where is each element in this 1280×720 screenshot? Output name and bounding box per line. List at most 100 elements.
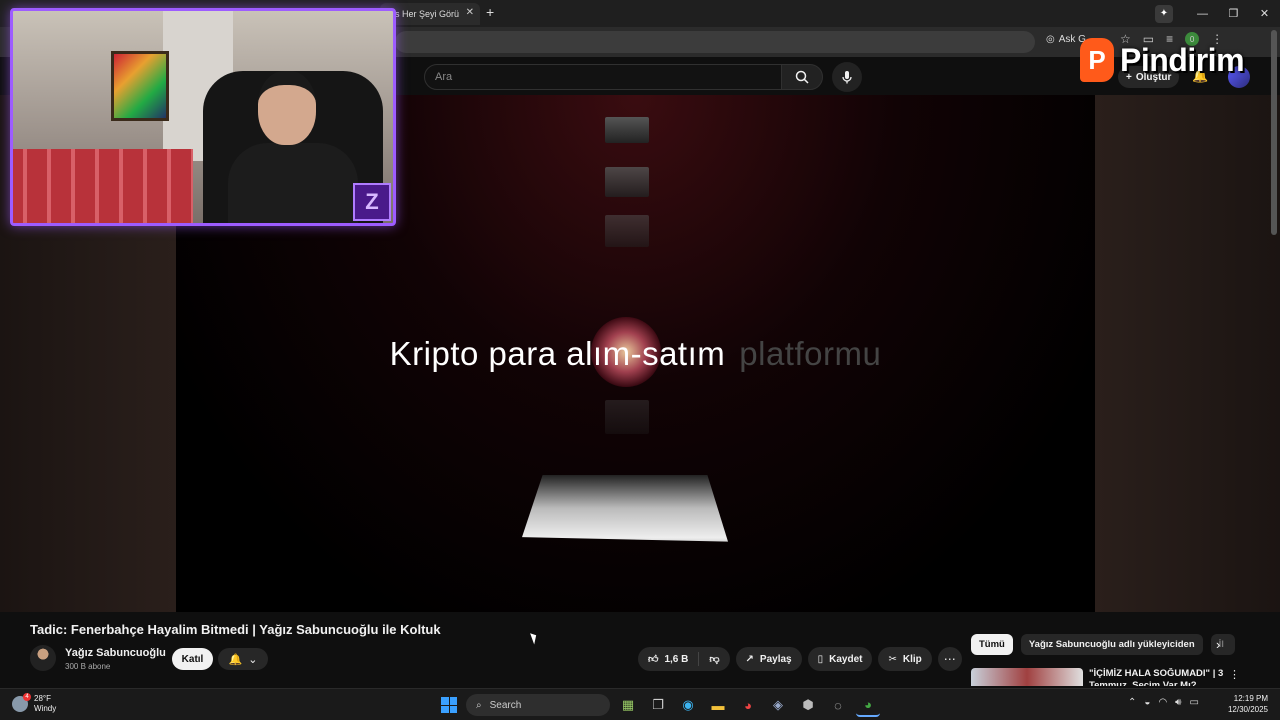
obs-icon[interactable]: ◌ — [826, 693, 850, 717]
search-icon — [795, 70, 809, 84]
ambient-right — [1095, 95, 1280, 612]
steam-icon[interactable]: ◈ — [766, 693, 790, 717]
lens-icon: ◎ — [1046, 34, 1055, 45]
video-title: Tadic: Fenerbahçe Hayalim Bitmedi | Yağı… — [30, 622, 441, 637]
widgets-icon[interactable]: ▦ — [616, 693, 640, 717]
video-block — [605, 215, 649, 247]
address-bar[interactable] — [395, 31, 1035, 53]
subscriber-count: 300 B abone — [65, 662, 111, 671]
weather-widget[interactable]: 4 28°F Windy — [12, 693, 56, 714]
restore-icon[interactable]: ❐ — [1218, 0, 1249, 27]
webcam-sofa — [13, 149, 193, 223]
thumbs-down-icon: 👎︎ — [709, 654, 720, 665]
system-tray: ⌃ ◒ ◠ 🔊︎ ▭ — [1128, 697, 1199, 708]
share-icon: ↗ — [745, 653, 754, 665]
chrome-active-icon[interactable]: ◕ — [856, 693, 880, 717]
webcam-overlay: Z — [10, 8, 396, 226]
like-dislike-group: 👍︎ 1,6 B 👎︎ — [638, 647, 730, 671]
streamer-body — [228, 143, 358, 223]
network-icon[interactable]: ◒ — [1144, 697, 1150, 708]
tray-expand-icon[interactable]: ⌃ — [1128, 697, 1136, 708]
tab-title: olis Her Şeyi Görü — [386, 9, 460, 19]
bell-icon: 🔔 — [228, 653, 243, 666]
chevron-right-icon[interactable]: › — [1216, 637, 1220, 652]
join-button[interactable]: Katıl — [172, 648, 213, 670]
recommendation-chips: Tümü Yağız Sabuncuoğlu adlı yükleyiciden… — [971, 634, 1235, 655]
watermark-text: Pindirim — [1120, 41, 1245, 78]
scissors-icon: ✂ — [888, 653, 897, 665]
volume-icon[interactable]: 🔊︎ — [1175, 697, 1181, 708]
scrollbar[interactable] — [1271, 30, 1277, 235]
search-icon: ⌕ — [476, 699, 482, 711]
new-tab-button[interactable]: + — [486, 4, 494, 20]
channel-name[interactable]: Yağız Sabuncuoğlu — [65, 647, 166, 659]
chip-related[interactable]: İl — [1210, 634, 1235, 655]
weather-icon: 4 — [12, 693, 31, 712]
close-window-icon[interactable]: ✕ — [1249, 0, 1280, 27]
edge-icon[interactable]: ◉ — [676, 693, 700, 717]
video-headline: Kripto para alım-satım platformu — [176, 335, 1095, 373]
webcam-streamer — [228, 71, 358, 223]
temperature: 28°F — [34, 694, 51, 703]
clip-button[interactable]: ✂ Klip — [878, 647, 932, 671]
video-block — [605, 400, 649, 434]
subscription-bell-button[interactable]: 🔔 ⌄ — [218, 648, 268, 670]
weather-condition: Windy — [34, 704, 57, 713]
like-count: 1,6 B — [664, 653, 689, 665]
video-platform-shape — [522, 475, 728, 542]
chip-from-uploader[interactable]: Yağız Sabuncuoğlu adlı yükleyiciden — [1020, 634, 1203, 655]
streamer-head — [258, 71, 316, 145]
clock-time: 12:19 PM — [1233, 694, 1268, 703]
thumbs-up-icon: 👍︎ — [648, 654, 659, 665]
video-actions: 👍︎ 1,6 B 👎︎ ↗ Paylaş ▯ Kaydet ✂ Klip ⋯ — [638, 647, 962, 671]
search-button[interactable] — [781, 64, 823, 90]
share-label: Paylaş — [759, 653, 792, 665]
mouse-cursor-icon — [530, 631, 539, 645]
headline-main: Kripto para alım-satım — [389, 335, 726, 372]
wifi-icon[interactable]: ◠ — [1158, 697, 1167, 708]
file-explorer-icon[interactable]: ▬ — [706, 693, 730, 717]
notification-badge: 4 — [23, 693, 31, 701]
gemini-icon[interactable]: ✦ — [1155, 4, 1173, 23]
chevron-down-icon: ⌄ — [248, 653, 258, 666]
chrome-icon[interactable]: ◕ — [736, 693, 760, 717]
share-button[interactable]: ↗ Paylaş — [735, 647, 802, 671]
windows-taskbar: 4 28°F Windy ⌕ Search ▦ ❐ ◉ ▬ ◕ ◈ ⬢ ◌ ◕ … — [0, 688, 1280, 720]
minimize-icon[interactable]: — — [1187, 0, 1218, 27]
webcam-painting — [111, 51, 169, 121]
clock-date: 12/30/2025 — [1227, 705, 1268, 714]
clock[interactable]: 12:19 PM 12/30/2025 — [1224, 693, 1268, 715]
pindirim-watermark: P Pindirim — [1080, 38, 1245, 82]
recommended-thumbnail[interactable] — [971, 668, 1083, 686]
video-block — [605, 167, 649, 197]
windows-start-icon[interactable] — [438, 694, 460, 716]
clip-label: Klip — [902, 653, 922, 665]
chip-all[interactable]: Tümü — [971, 634, 1013, 655]
window-controls: ✦ — ❐ ✕ — [1155, 0, 1280, 27]
screen: olis Her Şeyi Görü ✕ + ✦ — ❐ ✕ ◎ Ask G ☆… — [0, 0, 1280, 720]
voice-search-button[interactable] — [832, 62, 862, 92]
recommended-video[interactable]: "İÇİMİZ HALA SOĞUMADI" | 3 Temmuz, Seçim… — [971, 668, 1271, 686]
task-view-icon[interactable]: ❐ — [646, 693, 670, 717]
taskbar-apps: ⌕ Search ▦ ❐ ◉ ▬ ◕ ◈ ⬢ ◌ ◕ — [438, 693, 880, 717]
app-icon[interactable]: ⬢ — [796, 693, 820, 717]
search-input[interactable]: Ara — [424, 64, 782, 90]
save-label: Kaydet — [829, 653, 863, 665]
recommended-title[interactable]: "İÇİMİZ HALA SOĞUMADI" | 3 Temmuz, Seçim… — [1089, 668, 1224, 686]
bookmark-icon: ▯ — [817, 653, 824, 665]
taskbar-search-label: Search — [489, 699, 522, 711]
dislike-button[interactable]: 👎︎ — [699, 647, 729, 671]
battery-icon[interactable]: ▭ — [1189, 697, 1198, 708]
channel-avatar[interactable] — [30, 645, 56, 671]
more-actions-icon[interactable]: ⋯ — [937, 647, 962, 671]
video-block — [605, 117, 649, 143]
taskbar-search[interactable]: ⌕ Search — [466, 694, 610, 716]
stream-logo-icon: Z — [353, 183, 391, 221]
recommended-menu-icon[interactable]: ⋮ — [1229, 668, 1240, 681]
microphone-icon — [842, 71, 852, 84]
headline-dim: platformu — [739, 335, 882, 372]
like-button[interactable]: 👍︎ 1,6 B — [638, 647, 698, 671]
save-button[interactable]: ▯ Kaydet — [807, 647, 873, 671]
close-tab-icon[interactable]: ✕ — [466, 7, 474, 18]
weather-text: 28°F Windy — [34, 694, 56, 714]
